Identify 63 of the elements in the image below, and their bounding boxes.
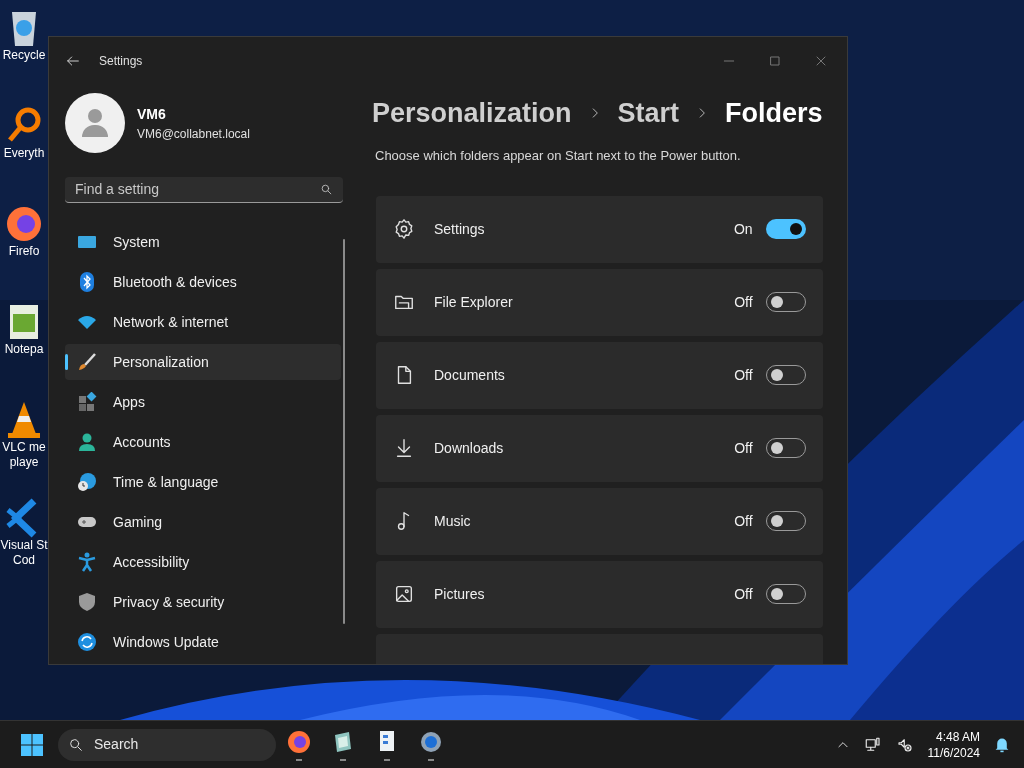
description: Choose which folders appear on Start next to the Power button. [375,147,742,165]
settings-icon [393,218,415,240]
search-icon [68,736,84,753]
breadcrumb-item: Folders [725,96,823,130]
setting-label: Documents [434,365,505,385]
nav-item[interactable]: Accessibility [65,544,341,580]
nav-item[interactable]: Gaming [65,504,341,540]
desktop-icon-label[interactable]: VLC me [2,440,46,455]
setting-label: Pictures [434,584,485,604]
toggle-state: Off [734,438,753,458]
toggle-state: Off [734,511,753,531]
nav-item[interactable]: Network & internet [65,304,341,340]
search-field[interactable]: Find a setting [65,177,343,203]
desktop-icon-label[interactable]: Recycle [2,48,46,63]
desktop-icon-label[interactable]: Visual St [0,538,48,553]
image-icon [393,583,415,605]
clock[interactable]: 4:48 AM 11/6/2024 [927,728,980,761]
profile-name: VM6 [137,104,167,124]
paintbrush-icon [77,352,97,372]
desktop-icon-label[interactable]: Everyth [3,146,45,161]
setting-label: Settings [434,219,485,239]
breadcrumb-item[interactable]: Start [617,92,680,134]
network-icon[interactable] [863,735,882,754]
maximize-icon[interactable] [767,53,783,69]
back-arrow-icon[interactable] [65,53,81,69]
person-icon [77,432,97,452]
firefox-icon[interactable] [286,728,312,755]
profile-email: VM6@collabnet.local [137,125,250,143]
nav-item[interactable]: Accounts [65,424,341,460]
scrollbar[interactable] [343,239,345,624]
nav-item[interactable]: Apps [65,384,341,420]
nav-item[interactable]: Privacy & security [65,584,341,620]
search-icon [320,183,333,196]
taskbar-search[interactable]: Search [58,728,276,761]
window-title: Settings [99,53,143,70]
setting-label: Music [434,511,471,531]
start-icon[interactable] [20,732,44,757]
shield-icon [77,592,97,612]
nav-item[interactable]: Bluetooth & devices [65,264,341,300]
setting-label: File Explorer [434,292,513,312]
nav-item[interactable]: System [65,224,341,260]
nav-item[interactable]: Time & language [65,464,341,500]
desktop-icon-label[interactable]: Cod [13,553,35,568]
toggle-state: Off [734,365,753,385]
breadcrumb-item[interactable]: Personalization [372,92,572,134]
toggle-state: On [733,219,753,239]
bluetooth-icon [77,272,97,292]
accessibility-icon [77,552,97,572]
desktop-icon-label[interactable]: playe [9,455,39,470]
nav-item[interactable]: Windows Update [65,624,341,660]
firefox-icon [4,204,44,244]
avatar [65,93,125,153]
refresh-icon [77,632,97,652]
toggle-state: Off [734,584,753,604]
toggle-switch[interactable] [765,219,806,239]
setting-label: Downloads [434,438,504,458]
bell-icon[interactable] [994,736,1010,753]
nav-item[interactable]: Personalization [65,344,341,380]
apps-icon [77,392,97,412]
toggle-state: Off [734,292,753,312]
desktop-icon-label[interactable]: Notepa [4,342,44,357]
desktop-icon-label[interactable]: Firefo [8,244,40,259]
globe-clock-icon [77,472,97,492]
